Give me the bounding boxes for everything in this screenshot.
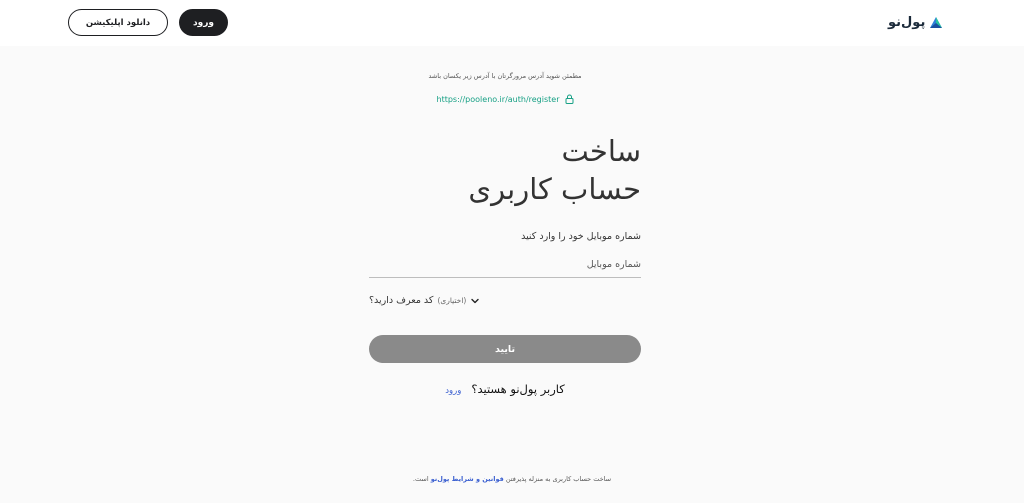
url-text: https://pooleno.ir/auth/register: [436, 94, 560, 104]
existing-user-row: کاربر پول‌نو هستید؟ ورود: [369, 382, 641, 396]
lock-icon: [565, 94, 573, 104]
logo-text: پول‌نو: [888, 14, 926, 30]
logo[interactable]: پول‌نو: [888, 12, 944, 32]
referral-label: کد معرف دارید؟: [369, 295, 434, 306]
login-button[interactable]: ورود: [179, 9, 228, 36]
footer-prefix: ساخت حساب کاربری به منزله پذیرفتن: [505, 475, 612, 483]
url-verify-note: مطمئن شوید آدرس مرورگرتان با آدرس زیر یک…: [428, 72, 582, 80]
secure-url: https://pooleno.ir/auth/register: [369, 94, 641, 104]
title-line-1: ساخت: [561, 134, 641, 168]
login-link[interactable]: ورود: [445, 386, 461, 396]
terms-link[interactable]: قوانین و شرایط پول‌نو: [431, 475, 504, 483]
terms-footer: ساخت حساب کاربری به منزله پذیرفتن قوانین…: [300, 475, 724, 483]
chevron-down-icon: [471, 298, 480, 303]
phone-label: شماره موبایل خود را وارد کنید: [521, 231, 641, 242]
download-app-button[interactable]: دانلود اپلیکیشن: [68, 9, 168, 36]
phone-input[interactable]: [369, 252, 641, 278]
footer-suffix: است.: [412, 475, 429, 483]
top-header: پول‌نو ورود دانلود اپلیکیشن: [0, 0, 1024, 46]
referral-toggle[interactable]: کد معرف دارید؟ (اختیاری): [369, 295, 641, 306]
referral-optional-label: (اختیاری): [437, 296, 467, 305]
existing-user-text: کاربر پول‌نو هستید؟: [471, 382, 565, 396]
page-title: ساخت حساب کاربری: [369, 132, 641, 208]
title-line-2: حساب کاربری: [468, 172, 641, 206]
submit-button[interactable]: تایید: [369, 335, 641, 363]
pooleno-logo-icon: [930, 17, 943, 28]
